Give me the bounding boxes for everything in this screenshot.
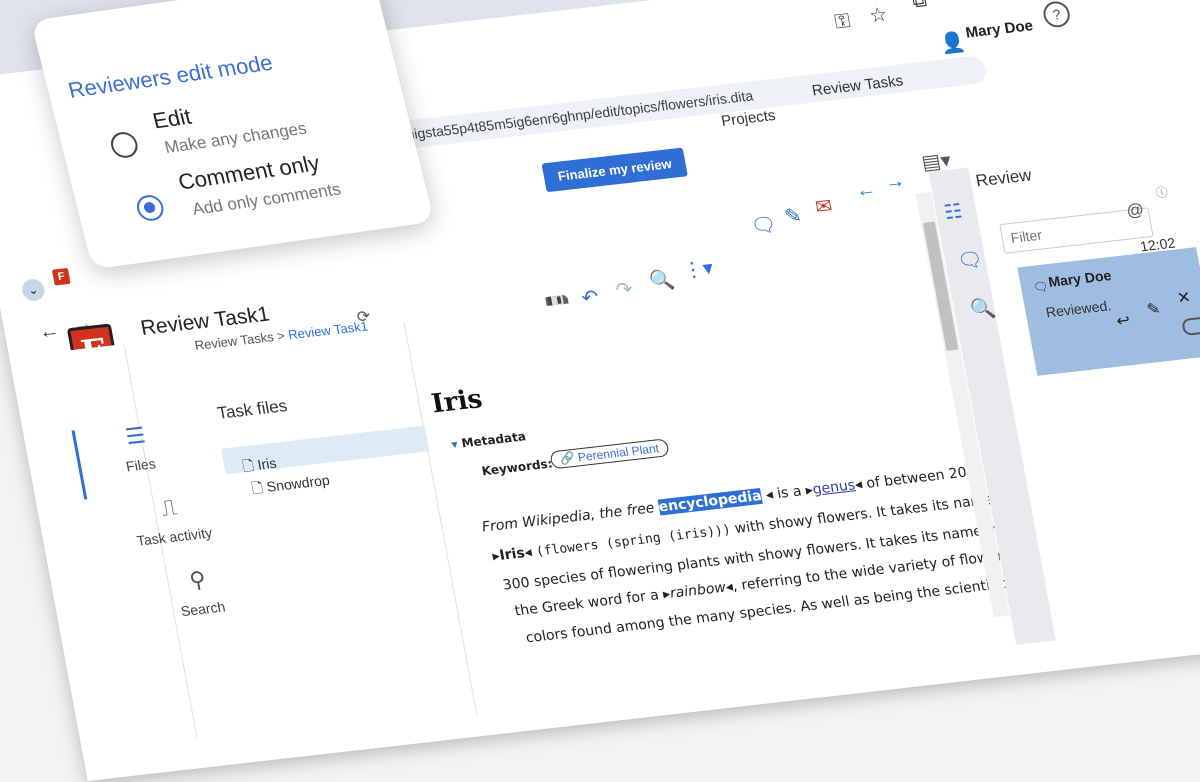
file-name: Snowdrop [265,471,331,495]
more-options-icon[interactable]: ⋮▾ [681,255,715,283]
expand-icon[interactable]: ▾ [450,437,459,451]
comments-icon[interactable]: 🗨 [955,247,985,275]
breadcrumb-separator: > [275,327,287,344]
comment-icon: 🗨 [1031,279,1050,295]
tab-favicon[interactable]: F [51,267,71,286]
edit-mode-popup: Reviewers edit mode Edit Make any change… [30,0,435,270]
popup-title: Reviewers edit mode [65,49,276,103]
back-arrow-icon[interactable]: ← [37,319,61,344]
file-icon: 🗋 [250,479,265,497]
mention-filter-button[interactable]: @ [1125,200,1146,222]
file-icon: 🗋 [241,457,256,475]
option-edit-label: Edit [150,103,194,134]
file-name: Iris [256,454,278,473]
link-icon: 🔗 [558,450,576,467]
add-comment-icon[interactable]: 🗨 [749,212,779,240]
find-icon[interactable]: 🔍 [647,267,677,294]
nav-files-label: Files [124,455,157,475]
radio-comment-only[interactable] [134,193,167,223]
text: is a [775,483,803,502]
editor-area[interactable] [408,262,999,716]
next-change-icon[interactable]: → [883,170,907,195]
doc-title[interactable]: Iris [429,384,485,419]
bold-text: Iris [498,545,527,564]
radio-edit[interactable] [108,130,141,160]
user-avatar-icon[interactable]: 👤 [938,29,967,56]
prev-change-icon[interactable]: ← [854,178,878,203]
